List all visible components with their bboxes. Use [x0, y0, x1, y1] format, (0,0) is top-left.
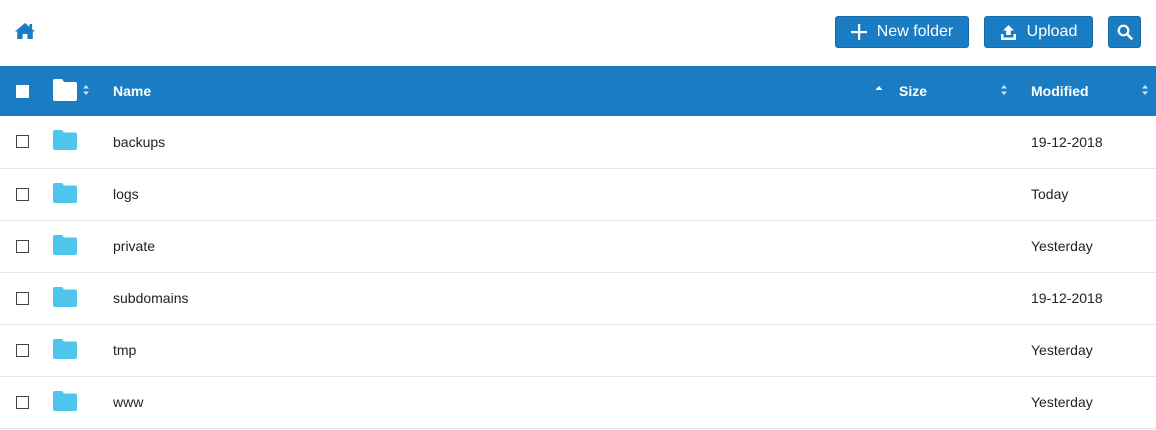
- plus-icon: [850, 24, 867, 40]
- folder-icon: [53, 338, 77, 362]
- file-modified: Yesterday: [1031, 342, 1093, 358]
- row-checkbox[interactable]: [16, 187, 29, 201]
- folder-icon: [53, 78, 77, 104]
- header-type-cell[interactable]: [52, 66, 113, 116]
- table-row[interactable]: subdomains 19-12-2018: [0, 272, 1156, 324]
- toolbar: New folder Upload: [0, 0, 1156, 66]
- new-folder-label: New folder: [876, 23, 954, 40]
- file-name[interactable]: backups: [113, 134, 165, 150]
- folder-icon: [53, 234, 77, 258]
- header-modified-cell[interactable]: Modified: [1031, 66, 1156, 116]
- file-table: Name Size Modified backups 19-12-2018 lo…: [0, 66, 1156, 429]
- header-name-label: Name: [113, 83, 152, 99]
- header-modified-label: Modified: [1031, 83, 1089, 99]
- table-row[interactable]: private Yesterday: [0, 220, 1156, 272]
- row-checkbox[interactable]: [16, 395, 29, 409]
- row-checkbox[interactable]: [16, 291, 29, 305]
- table-row[interactable]: backups 19-12-2018: [0, 116, 1156, 168]
- file-modified: 19-12-2018: [1031, 133, 1103, 150]
- file-name[interactable]: subdomains: [113, 290, 189, 306]
- file-modified: Today: [1031, 186, 1069, 202]
- sort-ascending-icon: [875, 85, 883, 93]
- folder-icon: [53, 182, 77, 206]
- search-button[interactable]: [1108, 16, 1141, 48]
- table-row[interactable]: logs Today: [0, 168, 1156, 220]
- header-size-cell[interactable]: Size: [899, 66, 1031, 116]
- file-name[interactable]: www: [113, 394, 143, 410]
- home-icon[interactable]: [14, 21, 38, 43]
- header-name-cell[interactable]: Name: [113, 66, 899, 116]
- table-header: Name Size Modified: [0, 66, 1156, 116]
- header-size-label: Size: [899, 83, 928, 99]
- sort-updown-icon: [1000, 84, 1008, 96]
- file-modified: 19-12-2018: [1031, 290, 1103, 306]
- header-select-all-cell: [0, 66, 52, 116]
- sort-updown-icon: [82, 84, 90, 96]
- file-name[interactable]: tmp: [113, 342, 136, 358]
- table-row[interactable]: www Yesterday: [0, 376, 1156, 428]
- upload-icon: [1000, 24, 1017, 41]
- row-checkbox[interactable]: [16, 135, 29, 149]
- new-folder-button[interactable]: New folder: [835, 16, 969, 48]
- folder-icon: [53, 130, 77, 153]
- row-checkbox[interactable]: [16, 343, 29, 357]
- table-row[interactable]: tmp Yesterday: [0, 324, 1156, 376]
- file-modified: Yesterday: [1031, 394, 1093, 410]
- file-name[interactable]: logs: [113, 186, 139, 202]
- folder-icon: [53, 390, 77, 414]
- sort-updown-icon: [1141, 84, 1149, 96]
- select-all-checkbox[interactable]: [16, 85, 29, 98]
- file-modified: Yesterday: [1031, 238, 1093, 254]
- upload-button[interactable]: Upload: [984, 16, 1093, 48]
- file-name[interactable]: private: [113, 238, 155, 254]
- folder-icon: [53, 286, 77, 310]
- row-checkbox[interactable]: [16, 239, 29, 253]
- search-icon: [1117, 24, 1133, 40]
- upload-label: Upload: [1026, 23, 1078, 40]
